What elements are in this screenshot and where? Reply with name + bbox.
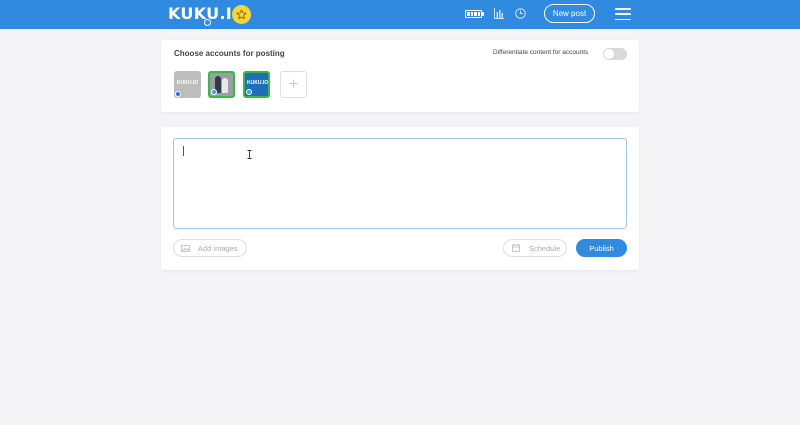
battery-icon[interactable] (465, 10, 482, 18)
add-account-button[interactable]: + (280, 71, 307, 98)
facebook-badge-icon (175, 91, 181, 97)
twitter-badge-icon (211, 89, 217, 95)
differentiate-label: Differentiate content for accounts (493, 49, 589, 56)
new-post-button[interactable]: New post (544, 4, 595, 23)
calendar-icon (512, 244, 520, 252)
differentiate-toggle[interactable] (603, 48, 627, 60)
avatar-photo-figure (222, 78, 228, 93)
schedule-label: Schedule (529, 243, 561, 253)
star-icon (236, 9, 247, 20)
accounts-title: Choose accounts for posting (174, 49, 285, 58)
add-images-button[interactable]: Add images (173, 239, 247, 257)
stats-icon[interactable] (494, 8, 504, 19)
text-caret (183, 146, 184, 156)
schedule-button[interactable]: Schedule (503, 239, 567, 257)
account-avatar-kuku-twitter[interactable]: KUKU.IO (243, 71, 270, 98)
accounts-card: Choose accounts for posting Differentiat… (161, 40, 639, 112)
star-button[interactable] (232, 5, 251, 24)
account-avatar-text: KUKU.IO (247, 80, 269, 86)
account-avatar-text: KUKU.IO (177, 80, 199, 86)
post-editor-card: Add images Schedule Publish (161, 127, 639, 270)
twitter-badge-icon (246, 89, 252, 95)
hamburger-menu-icon[interactable] (615, 8, 631, 20)
image-icon (181, 244, 190, 252)
battery-tip (482, 12, 484, 16)
top-bar: KUKU.IO New post (0, 0, 800, 29)
clock-icon[interactable] (515, 8, 526, 19)
publish-button[interactable]: Publish (576, 239, 627, 257)
post-text-input[interactable] (173, 138, 627, 229)
add-images-label: Add images (198, 243, 238, 253)
ibeam-cursor-icon (247, 150, 252, 159)
account-avatar-kuku-facebook[interactable]: KUKU.IO (174, 71, 201, 98)
account-avatar-photo-twitter[interactable] (208, 71, 235, 98)
logo-ring-icon (204, 19, 211, 26)
